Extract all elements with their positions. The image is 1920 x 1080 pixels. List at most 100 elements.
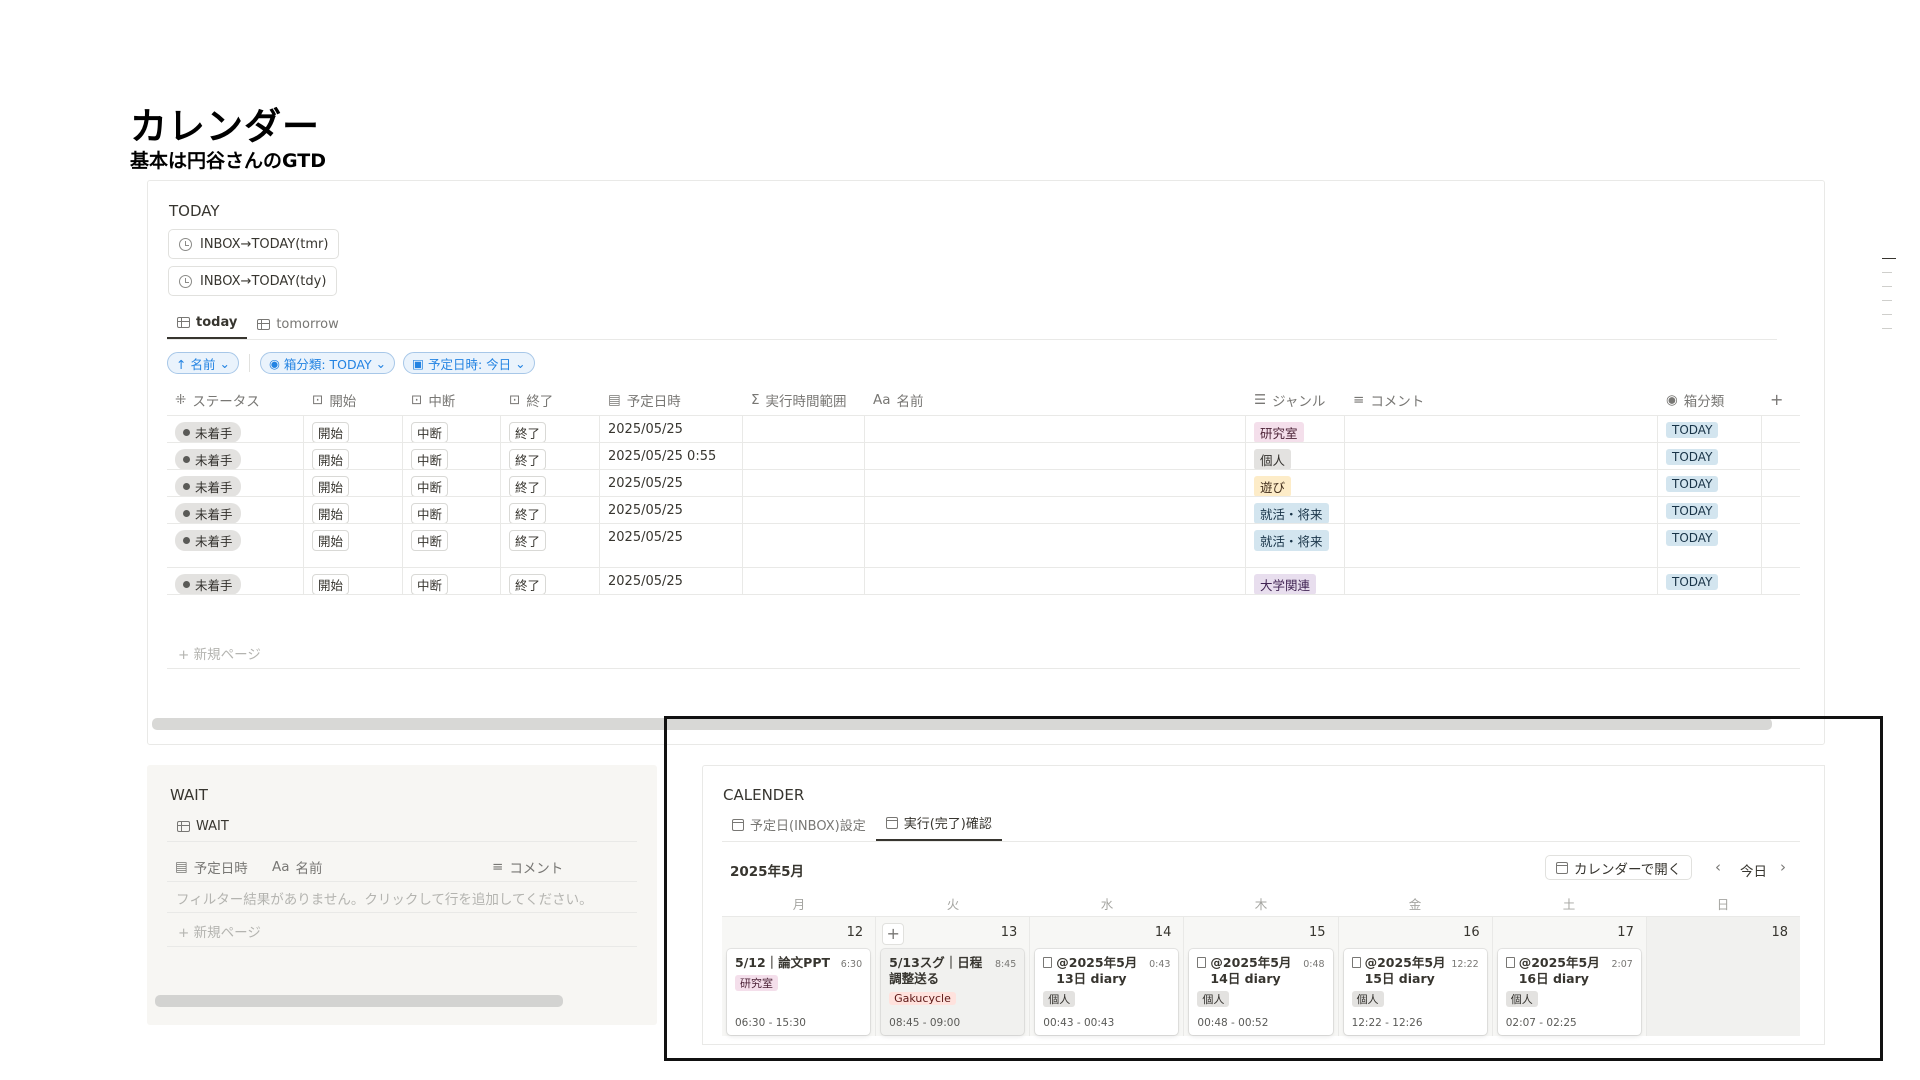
col-exec-range[interactable]: Σ 実行時間範囲 [743, 384, 865, 415]
horizontal-scrollbar[interactable] [155, 995, 563, 1007]
status-cell[interactable]: 未着手 [167, 416, 304, 442]
table-of-contents[interactable] [1882, 258, 1896, 342]
dot-icon [183, 537, 190, 544]
table-row[interactable]: 未着手 開始 中断 終了 2025/05/25 大学関連 TODAY [167, 568, 1800, 595]
start-button[interactable]: 開始 [312, 574, 350, 594]
table-row[interactable]: 未着手 開始 中断 終了 2025/05/25 就活・将来 TODAY [167, 524, 1800, 568]
end-button[interactable]: 終了 [509, 574, 547, 594]
status-cell[interactable]: 未着手 [167, 443, 304, 469]
pause-button[interactable]: 中断 [411, 503, 449, 523]
col-box[interactable]: ◉ 箱分類 [1658, 384, 1762, 415]
clock-icon [179, 274, 192, 288]
tab-today[interactable]: today [167, 315, 248, 339]
empty-message[interactable]: フィルター結果がありません。クリックして行を追加してください。 [176, 888, 593, 908]
name-cell[interactable] [865, 416, 1246, 442]
button-icon: ⊡ [411, 391, 423, 408]
genre-cell[interactable]: 大学関連 [1246, 568, 1345, 594]
pause-button[interactable]: 中断 [411, 574, 449, 594]
comment-cell[interactable] [1345, 524, 1658, 567]
col-end[interactable]: ⊡ 終了 [501, 384, 600, 415]
box-cell[interactable]: TODAY [1658, 470, 1762, 496]
box-cell[interactable]: TODAY [1658, 568, 1762, 594]
start-button[interactable]: 開始 [312, 449, 350, 469]
filter-box-chip[interactable]: ◉ 箱分類: TODAY ⌄ [259, 352, 396, 374]
extra-cell [1762, 416, 1800, 442]
name-cell[interactable] [865, 443, 1246, 469]
tab-wait[interactable]: WAIT [167, 819, 239, 841]
status-cell[interactable]: 未着手 [167, 470, 304, 496]
end-button[interactable]: 終了 [509, 422, 547, 442]
col-pause[interactable]: ⊡ 中断 [403, 384, 501, 415]
status-cell[interactable]: 未着手 [167, 524, 304, 567]
col-name[interactable]: Aa 名前 [264, 852, 484, 881]
add-column-icon[interactable]: + [1762, 384, 1800, 415]
status-badge: 未着手 [175, 503, 241, 523]
col-date[interactable]: ▤ 予定日時 [167, 852, 264, 881]
pause-cell: 中断 [403, 524, 501, 567]
comment-cell[interactable] [1345, 416, 1658, 442]
table-row[interactable]: 未着手 開始 中断 終了 2025/05/25 就活・将来 TODAY [167, 497, 1800, 524]
date-cell[interactable]: 2025/05/25 [600, 568, 743, 594]
divider [167, 946, 637, 947]
genre-cell[interactable]: 就活・将来 [1246, 497, 1345, 523]
new-page-button[interactable]: + 新規ページ [178, 643, 261, 663]
status-cell[interactable]: 未着手 [167, 568, 304, 594]
inbox-today-tdy-button[interactable]: INBOX→TODAY(tdy) [168, 266, 338, 296]
end-button[interactable]: 終了 [509, 476, 547, 496]
start-cell: 開始 [304, 568, 403, 594]
genre-cell[interactable]: 遊び [1246, 470, 1345, 496]
new-page-button[interactable]: + 新規ページ [178, 921, 261, 941]
end-button[interactable]: 終了 [509, 530, 547, 551]
end-button[interactable]: 終了 [509, 449, 547, 469]
page-title: カレンダー [130, 105, 320, 148]
box-cell[interactable]: TODAY [1658, 443, 1762, 469]
box-cell[interactable]: TODAY [1658, 497, 1762, 523]
table-row[interactable]: 未着手 開始 中断 終了 2025/05/25 遊び TODAY [167, 470, 1800, 497]
col-comment[interactable]: ≡ コメント [484, 852, 634, 881]
col-start[interactable]: ⊡ 開始 [304, 384, 403, 415]
date-cell[interactable]: 2025/05/25 [600, 497, 743, 523]
box-cell[interactable]: TODAY [1658, 524, 1762, 567]
tab-tomorrow[interactable]: tomorrow [247, 317, 348, 339]
status-badge: 未着手 [175, 422, 241, 442]
name-cell[interactable] [865, 497, 1246, 523]
comment-cell[interactable] [1345, 497, 1658, 523]
name-cell[interactable] [865, 568, 1246, 594]
comment-cell[interactable] [1345, 568, 1658, 594]
status-cell[interactable]: 未着手 [167, 497, 304, 523]
pause-button[interactable]: 中断 [411, 530, 449, 551]
comment-cell[interactable] [1345, 443, 1658, 469]
table-row[interactable]: 未着手 開始 中断 終了 2025/05/25 研究室 TODAY [167, 416, 1800, 443]
date-cell[interactable]: 2025/05/25 [600, 524, 743, 567]
name-cell[interactable] [865, 470, 1246, 496]
col-status[interactable]: ⁜ ステータス [167, 384, 304, 415]
date-cell[interactable]: 2025/05/25 [600, 416, 743, 442]
start-button[interactable]: 開始 [312, 503, 350, 523]
pause-button[interactable]: 中断 [411, 422, 449, 442]
date-cell[interactable]: 2025/05/25 0:55 [600, 443, 743, 469]
wait-table-header: ▤ 予定日時 Aa 名前 ≡ コメント [167, 852, 637, 882]
comment-cell[interactable] [1345, 470, 1658, 496]
col-genre[interactable]: ☰ ジャンル [1246, 384, 1345, 415]
col-comment[interactable]: ≡ コメント [1345, 384, 1658, 415]
inbox-today-tmr-button[interactable]: INBOX→TODAY(tmr) [168, 229, 340, 259]
genre-cell[interactable]: 個人 [1246, 443, 1345, 469]
sort-name-chip[interactable]: ↑ 名前 ⌄ [167, 352, 239, 374]
pause-button[interactable]: 中断 [411, 449, 449, 469]
genre-cell[interactable]: 研究室 [1246, 416, 1345, 442]
name-cell[interactable] [865, 524, 1246, 567]
col-date[interactable]: ▤ 予定日時 [600, 384, 743, 415]
box-cell[interactable]: TODAY [1658, 416, 1762, 442]
table-row[interactable]: 未着手 開始 中断 終了 2025/05/25 0:55 個人 TODAY [167, 443, 1800, 470]
date-cell[interactable]: 2025/05/25 [600, 470, 743, 496]
genre-cell[interactable]: 就活・将来 [1246, 524, 1345, 567]
start-button[interactable]: 開始 [312, 530, 350, 551]
pause-button[interactable]: 中断 [411, 476, 449, 496]
start-cell: 開始 [304, 416, 403, 442]
end-cell: 終了 [501, 524, 600, 567]
start-button[interactable]: 開始 [312, 476, 350, 496]
filter-date-chip[interactable]: ▣ 予定日時: 今日 ⌄ [403, 352, 535, 374]
col-name[interactable]: Aa 名前 [865, 384, 1246, 415]
start-button[interactable]: 開始 [312, 422, 350, 442]
end-button[interactable]: 終了 [509, 503, 547, 523]
